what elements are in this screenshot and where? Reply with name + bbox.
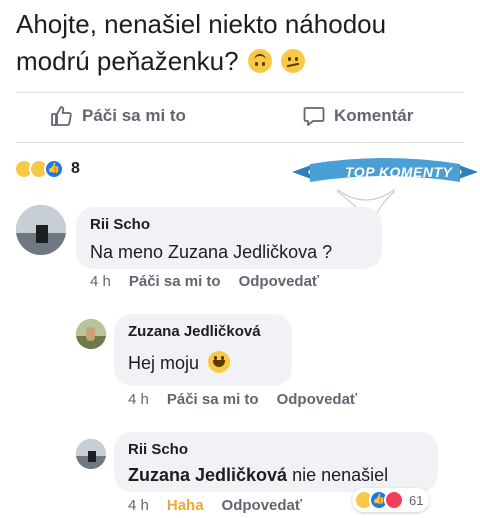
- comment-author[interactable]: Zuzana Jedličková: [128, 322, 278, 342]
- love-icon: [384, 490, 404, 510]
- comment-time: 4 h: [128, 391, 149, 408]
- confused-face-icon: [281, 49, 306, 73]
- comment-time: 4 h: [90, 273, 111, 290]
- avatar[interactable]: [76, 319, 106, 349]
- comment-author[interactable]: Rii Scho: [90, 215, 368, 235]
- comment-text-body: nie nenašiel: [292, 465, 389, 485]
- divider: [16, 92, 464, 93]
- comment-reply-button[interactable]: Odpovedať: [277, 391, 358, 408]
- like-icon: 👍: [44, 159, 64, 179]
- comment-reactions[interactable]: 👍 61: [352, 488, 430, 512]
- comment-text: Hej moju: [128, 350, 278, 376]
- comment-like-button[interactable]: Páči sa mi to: [167, 391, 259, 408]
- comment-time: 4 h: [128, 497, 149, 514]
- comment-reply-button[interactable]: Odpovedať: [222, 497, 303, 514]
- upside-down-face-icon: [247, 49, 272, 73]
- top-comments-label: TOP KOMENTY: [345, 164, 453, 180]
- reaction-count: 8: [71, 160, 80, 177]
- comment-meta: 4 h Páči sa mi to Odpovedať: [90, 273, 337, 290]
- comment-text: Zuzana Jedličková nie nenašiel: [128, 462, 424, 488]
- comment-meta: 4 h Páči sa mi to Odpovedať: [128, 391, 375, 408]
- comment-reaction-count: 61: [409, 492, 424, 508]
- divider: [16, 142, 464, 143]
- post-text: Ahojte, nenašiel niekto náhodou modrú pe…: [16, 6, 456, 80]
- avatar[interactable]: [16, 205, 66, 255]
- comment-bubble: Zuzana Jedličková Hej moju: [114, 314, 292, 386]
- comment-text-body: Hej moju: [128, 353, 200, 373]
- grinning-face-icon: [208, 351, 231, 373]
- comment-icon: [303, 107, 325, 126]
- comment-label: Komentár: [334, 106, 414, 125]
- reactions-summary[interactable]: 👍 8: [14, 159, 80, 179]
- comment-author[interactable]: Rii Scho: [128, 440, 424, 460]
- comment-meta: 4 h Haha Odpovedať: [128, 497, 320, 514]
- comment-button[interactable]: Komentár: [302, 104, 413, 128]
- comment-reaction-button[interactable]: Haha: [167, 497, 204, 514]
- comment-like-button[interactable]: Páči sa mi to: [129, 273, 221, 290]
- comment-reply-button[interactable]: Odpovedať: [239, 273, 320, 290]
- comment-mention[interactable]: Zuzana Jedličková: [128, 465, 287, 485]
- comment-bubble: Rii Scho Zuzana Jedličková nie nenašiel: [114, 432, 438, 492]
- post-body: Ahojte, nenašiel niekto náhodou modrú pe…: [16, 9, 387, 76]
- avatar[interactable]: [76, 439, 106, 469]
- comment-bubble: Rii Scho Na meno Zuzana Jedličkova ?: [76, 207, 382, 269]
- thumbs-up-icon: [51, 106, 72, 126]
- like-button[interactable]: Páči sa mi to: [50, 104, 186, 128]
- comment-text: Na meno Zuzana Jedličkova ?: [90, 242, 333, 262]
- like-label: Páči sa mi to: [82, 106, 186, 125]
